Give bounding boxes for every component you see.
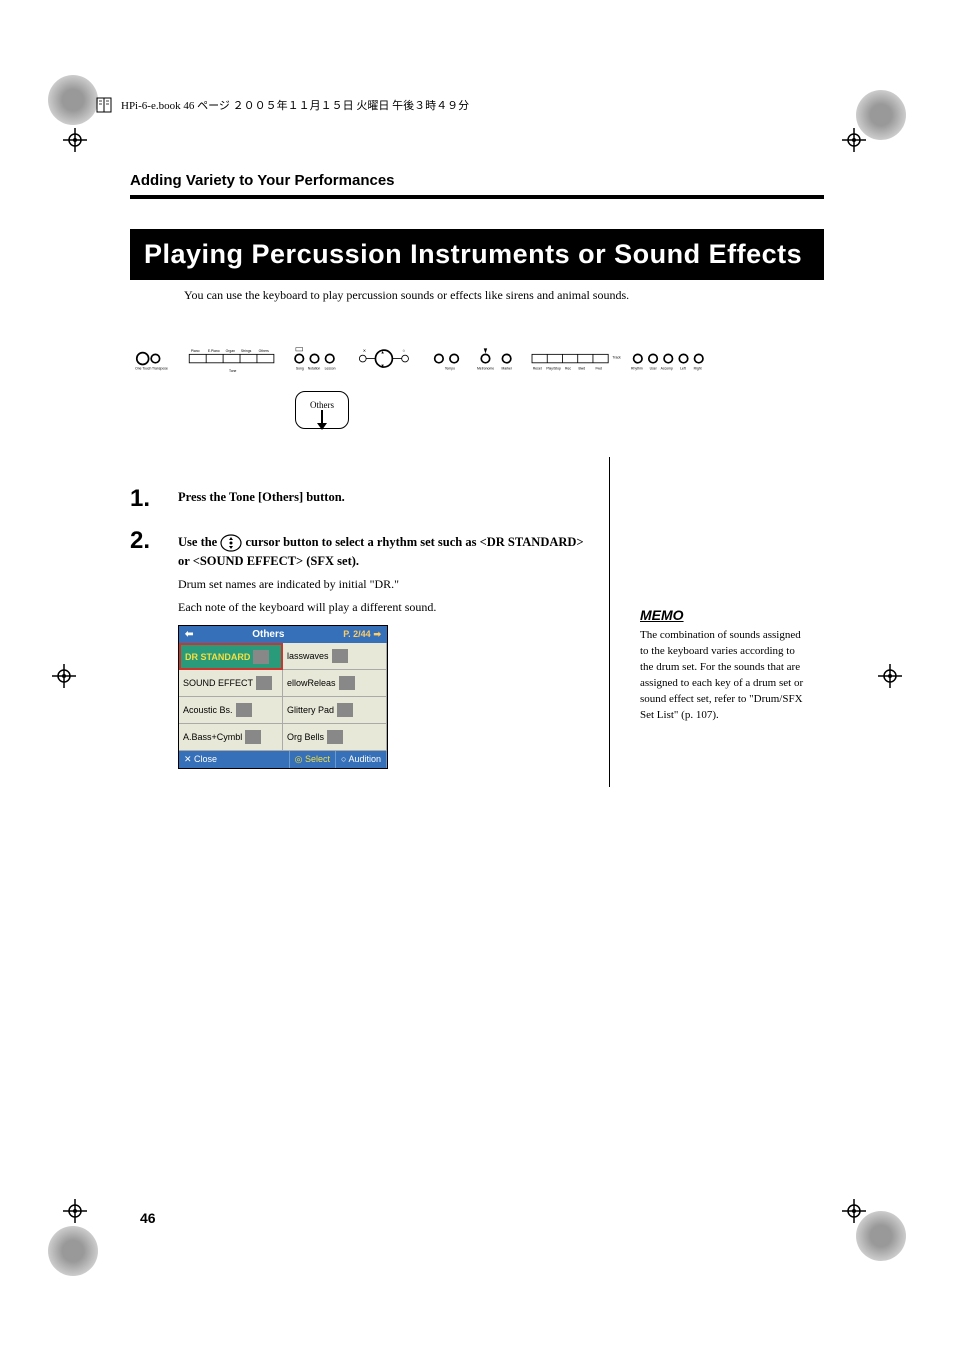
svg-text:Organ: Organ (226, 349, 236, 353)
lcd-cell-label: DR STANDARD (185, 652, 250, 662)
print-header-text: HPi-6-e.book 46 ページ ２００５年１１月１５日 火曜日 午後３時… (121, 97, 469, 113)
svg-text:Notation: Notation (308, 367, 321, 371)
svg-text:Accomp: Accomp (661, 367, 673, 371)
lcd-cell-label: ellowReleas (287, 678, 336, 688)
svg-text:One Touch: One Touch (135, 367, 151, 371)
lcd-cell: SOUND EFFECT (179, 670, 283, 697)
device-panel-diagram: One Touch Transpose Piano E.Piano Organ … (130, 331, 824, 387)
lcd-select-label: ◎ Select (290, 751, 336, 768)
lcd-instrument-icon (236, 703, 252, 717)
registration-mark-bl (48, 1226, 98, 1276)
svg-text:Reset: Reset (533, 367, 542, 371)
memo-text: The combination of sounds assigned to th… (640, 628, 810, 724)
others-callout-label: Others (310, 400, 334, 410)
svg-text:E.Piano: E.Piano (208, 349, 220, 353)
others-button-callout: Others (295, 391, 349, 429)
svg-text:Bwd: Bwd (579, 367, 586, 371)
step-2-text: Use the cursor button to select a rhythm… (178, 532, 597, 569)
svg-text:User: User (650, 367, 658, 371)
lcd-cell-label: Acoustic Bs. (183, 705, 233, 715)
callout-pointer-icon (321, 410, 323, 424)
lcd-close-label: ✕ Close (179, 751, 290, 768)
memo-badge: MEMO (640, 607, 684, 623)
memo-label: MEMO (640, 607, 684, 623)
svg-text:Right: Right (694, 367, 702, 371)
lcd-page-indicator: P. 2/44 (343, 629, 370, 639)
lcd-cell: A.Bass+Cymbl (179, 724, 283, 751)
step-2-note-1: Drum set names are indicated by initial … (178, 577, 597, 592)
svg-text:○: ○ (403, 348, 406, 353)
svg-text:Fwd: Fwd (595, 367, 601, 371)
lcd-cell: ellowReleas (283, 670, 387, 697)
svg-text:▲: ▲ (381, 349, 385, 354)
crop-mark (63, 128, 87, 152)
step-number: 2. (130, 529, 166, 769)
book-icon (95, 96, 113, 114)
svg-text:Tone: Tone (229, 369, 236, 373)
step-2-note-2: Each note of the keyboard will play a di… (178, 600, 597, 615)
svg-text:▼: ▼ (381, 363, 385, 368)
lcd-instrument-icon (337, 703, 353, 717)
main-heading: Playing Percussion Instruments or Sound … (130, 229, 824, 280)
lcd-arrow-left-icon: ⬅ (185, 629, 193, 640)
lcd-title: Others (252, 629, 284, 640)
crop-mark (842, 1199, 866, 1223)
svg-text:Left: Left (680, 367, 686, 371)
lcd-cell-label: lasswaves (287, 651, 329, 661)
svg-text:Marker: Marker (502, 367, 513, 371)
section-title: Adding Variety to Your Performances (130, 172, 824, 199)
svg-text:Transpose: Transpose (152, 367, 168, 371)
lcd-arrow-right-icon: ➡ (373, 629, 381, 639)
lcd-instrument-icon (327, 730, 343, 744)
lcd-instrument-icon (332, 649, 348, 663)
print-header: HPi-6-e.book 46 ページ ２００５年１１月１５日 火曜日 午後３時… (95, 96, 469, 114)
lcd-cell-label: SOUND EFFECT (183, 678, 253, 688)
step-2: 2. Use the cursor button to select a rhy… (130, 529, 597, 769)
svg-text:Rec: Rec (565, 367, 571, 371)
lcd-body: DR STANDARD lasswaves SOUND EFFECT ellowRel… (179, 643, 387, 751)
lcd-instrument-icon (339, 676, 355, 690)
lcd-cell-label: Org Bells (287, 732, 324, 742)
lcd-cell: DR STANDARD (179, 643, 283, 670)
crop-mark (878, 664, 902, 688)
lcd-footer: ✕ Close ◎ Select ○ Audition (179, 751, 387, 768)
lcd-cell-label: A.Bass+Cymbl (183, 732, 242, 742)
lcd-instrument-icon (245, 730, 261, 744)
page-number: 46 (140, 1210, 156, 1226)
cursor-dpad-icon (220, 532, 242, 554)
svg-text:Lesson: Lesson (325, 367, 336, 371)
svg-text:Song: Song (296, 367, 304, 371)
step-1: 1. Press the Tone [Others] button. (130, 487, 597, 511)
registration-mark-tl (48, 75, 98, 125)
lcd-audition-label: ○ Audition (336, 751, 387, 768)
lcd-header: ⬅ Others P. 2/44 ➡ (179, 626, 387, 643)
lcd-instrument-icon (253, 650, 269, 664)
crop-mark (63, 1199, 87, 1223)
lcd-cell-label: Glittery Pad (287, 705, 334, 715)
svg-text:Piano: Piano (191, 349, 200, 353)
lcd-screen: ⬅ Others P. 2/44 ➡ DR STANDARD lasswaves S… (178, 625, 388, 769)
svg-text:Rhythm: Rhythm (631, 367, 643, 371)
lcd-cell: Acoustic Bs. (179, 697, 283, 724)
crop-mark (52, 664, 76, 688)
svg-text:Strings: Strings (241, 349, 252, 353)
svg-text:Play/Stop: Play/Stop (546, 367, 561, 371)
svg-text:Metronome: Metronome (477, 367, 494, 371)
svg-text:Tempo: Tempo (445, 367, 455, 371)
step-1-text: Press the Tone [Others] button. (178, 490, 597, 505)
svg-text:✕: ✕ (363, 348, 367, 353)
intro-text: You can use the keyboard to play percuss… (184, 288, 824, 303)
lcd-cell: lasswaves (283, 643, 387, 670)
lcd-cell: Org Bells (283, 724, 387, 751)
step-number: 1. (130, 487, 166, 511)
step-2-text-before: Use the (178, 535, 220, 549)
lcd-instrument-icon (256, 676, 272, 690)
crop-mark (842, 128, 866, 152)
svg-text:Track: Track (612, 356, 621, 360)
lcd-cell: Glittery Pad (283, 697, 387, 724)
svg-text:Others: Others (259, 349, 269, 353)
